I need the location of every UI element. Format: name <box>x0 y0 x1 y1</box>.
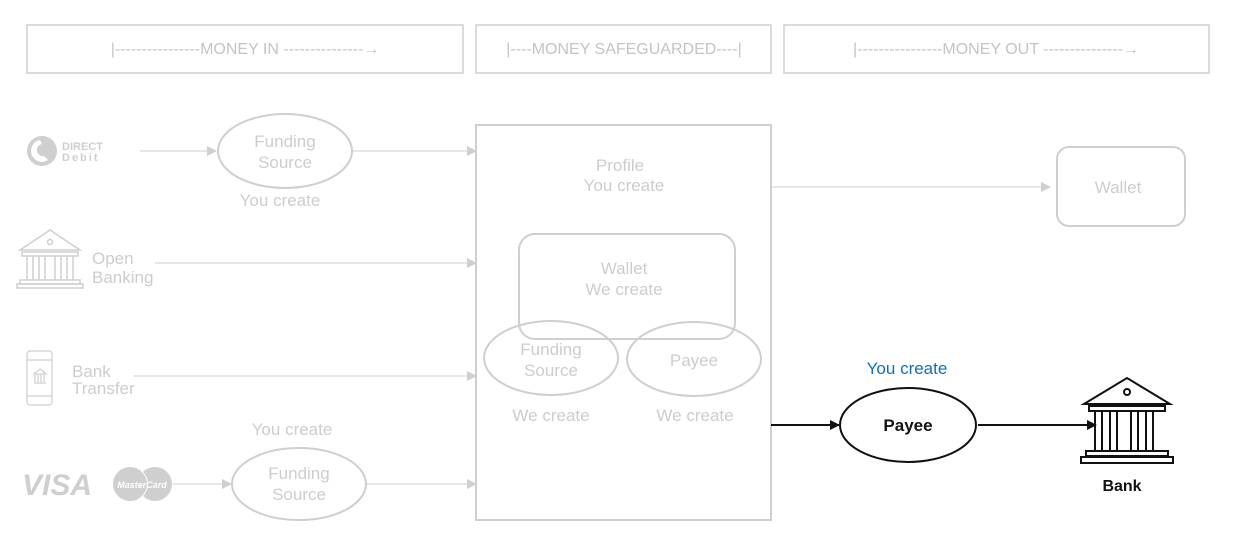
bank-label: Bank <box>1102 478 1141 495</box>
svg-text:We create: We create <box>585 280 662 299</box>
bank-icon <box>16 229 84 289</box>
profile-box: Profile You create <box>475 124 772 521</box>
svg-text:Funding: Funding <box>254 132 315 151</box>
mobile-bank-icon <box>26 350 53 406</box>
visa-logo: VISA <box>22 469 92 502</box>
svg-text:Profile: Profile <box>596 156 644 175</box>
bank-transfer-line2: Transfer <box>72 379 135 398</box>
header-money-safeguarded: |----MONEY SAFEGUARDED----| <box>475 24 772 74</box>
funding-top-caption: You create <box>240 191 321 210</box>
funding-source-bottom: Funding Source <box>231 447 367 521</box>
svg-text:Source: Source <box>524 361 578 380</box>
header-money-in-label: |----------------MONEY IN --------------… <box>111 41 380 58</box>
inner-payee-caption: We create <box>656 406 733 425</box>
svg-text:You create: You create <box>584 176 665 195</box>
svg-text:Payee: Payee <box>883 416 932 435</box>
svg-text:Payee: Payee <box>670 351 718 370</box>
out-payee: Payee <box>839 387 977 463</box>
svg-text:Debit: Debit <box>62 152 100 164</box>
svg-text:Wallet: Wallet <box>1095 178 1142 197</box>
header-money-out-label: |----------------MONEY OUT -------------… <box>853 41 1139 58</box>
svg-text:Source: Source <box>272 485 326 504</box>
header-money-in: |----------------MONEY IN --------------… <box>26 24 464 74</box>
open-banking-line1: Open <box>92 249 134 268</box>
svg-text:Wallet: Wallet <box>601 259 648 278</box>
funding-bottom-caption: You create <box>252 420 333 439</box>
funding-source-top: Funding Source <box>217 113 353 189</box>
svg-text:Source: Source <box>258 153 312 172</box>
payee-caption: You create <box>867 359 948 378</box>
svg-text:Funding: Funding <box>520 340 581 359</box>
mastercard-logo: MasterCard <box>117 480 167 490</box>
header-money-safeguarded-label: |----MONEY SAFEGUARDED----| <box>506 41 742 58</box>
inner-payee: Payee <box>626 321 762 397</box>
inner-funding-caption: We create <box>512 406 589 425</box>
header-money-out: |----------------MONEY OUT -------------… <box>783 24 1210 74</box>
direct-debit-logo: DIRECT Debit <box>27 136 103 166</box>
open-banking-line2: Banking <box>92 268 153 287</box>
money-flow-diagram: |----------------MONEY IN --------------… <box>16 24 1210 521</box>
out-wallet: Wallet <box>1056 146 1186 227</box>
svg-text:Funding: Funding <box>268 464 329 483</box>
inner-funding-source: Funding Source <box>483 320 619 396</box>
card-logos: VISA MasterCard <box>22 467 172 502</box>
bank-icon <box>1080 376 1174 464</box>
